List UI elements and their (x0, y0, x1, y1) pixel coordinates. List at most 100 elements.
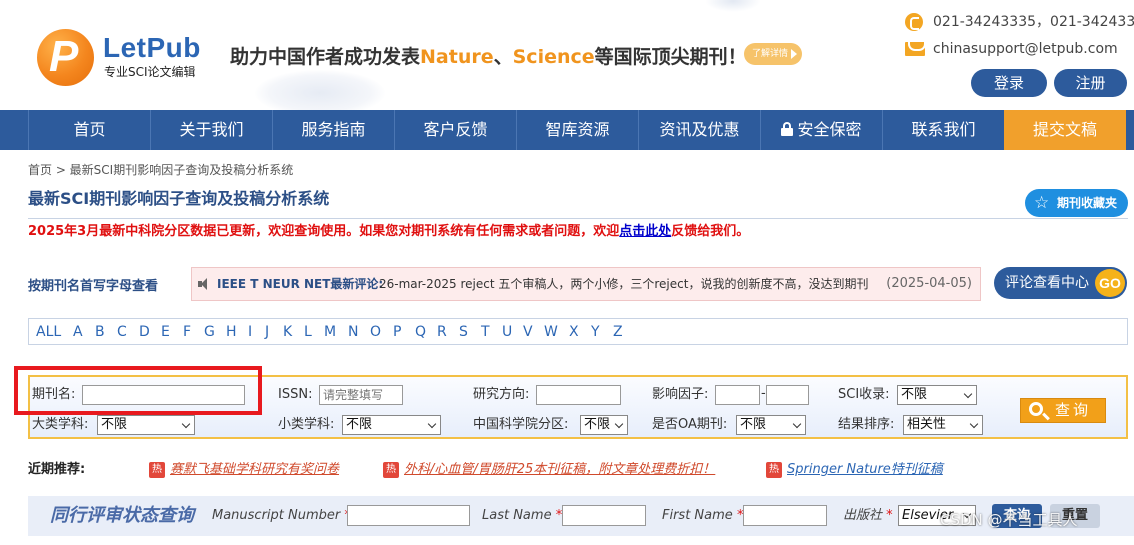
letter-w[interactable]: W (544, 323, 558, 341)
slogan-science: Science (512, 46, 595, 68)
update-notice: 2025年3月最新中科院分区数据已更新，欢迎查询使用。如果您对期刊系统有任何需求… (28, 223, 749, 241)
review-center-label: 评论查看中心 (1005, 275, 1089, 291)
letter-m[interactable]: M (324, 323, 336, 341)
impact-factor-separator: - (761, 386, 766, 401)
issn-label: ISSN: (278, 387, 313, 402)
review-date: (2025-04-05) (886, 276, 972, 291)
impact-factor-label: 影响因子: (652, 387, 709, 402)
letter-c[interactable]: C (117, 323, 127, 341)
slogan-text: 助力中国作者成功发表 (230, 46, 421, 68)
header-decoration (705, 0, 761, 12)
nav-home[interactable]: 首页 (28, 110, 150, 150)
slogan-nature: Nature (420, 46, 494, 68)
hot-badge: 热 (766, 462, 782, 478)
first-name-input[interactable] (743, 505, 827, 526)
search-query-label: 查询 (1055, 401, 1092, 419)
hot-badge: 热 (383, 462, 399, 478)
letter-b[interactable]: B (95, 323, 105, 341)
review-center-button[interactable]: 评论查看中心 GO (994, 267, 1127, 299)
recommend-link[interactable]: 外科/心血管/胃肠肝25本刊征稿，附文章处理费折扣！ (404, 461, 715, 479)
nav-news[interactable]: 资讯及优惠 (638, 110, 760, 150)
letter-x[interactable]: X (569, 323, 579, 341)
alphabet-filter: ALL A B C D E F G H I J K L M N O P Q R … (28, 318, 1128, 345)
letter-y[interactable]: Y (591, 323, 600, 341)
letter-d[interactable]: D (139, 323, 150, 341)
nav-security[interactable]: 安全保密 (760, 110, 882, 150)
letter-u[interactable]: U (502, 323, 512, 341)
notice-text: 2025年3月最新中科院分区数据已更新，欢迎查询使用。如果您对期刊系统有任何需求… (28, 224, 620, 239)
phone-icon (905, 13, 923, 31)
slogan-text-end: 等国际顶尖期刊！ (594, 46, 747, 68)
letter-all[interactable]: ALL (36, 323, 61, 341)
hot-badge: 热 (149, 462, 165, 478)
contact-email[interactable]: chinasupport@letpub.com (933, 39, 1118, 59)
letter-p[interactable]: P (393, 323, 401, 341)
letter-z[interactable]: Z (613, 323, 623, 341)
nav-feedback[interactable]: 客户反馈 (394, 110, 516, 150)
breadcrumb[interactable]: 首页 > 最新SCI期刊影响因子查询及投稿分析系统 (28, 161, 293, 179)
letter-h[interactable]: H (226, 323, 237, 341)
nav-contact[interactable]: 联系我们 (882, 110, 1004, 150)
login-button[interactable]: 登录 (971, 69, 1047, 97)
letter-n[interactable]: N (348, 323, 358, 341)
nav-resources[interactable]: 智库资源 (516, 110, 638, 150)
recommend-link[interactable]: 赛默飞基础学科研究有奖问卷 (170, 461, 339, 479)
research-direction-label: 研究方向: (473, 387, 530, 402)
search-query-button[interactable]: 查询 (1020, 398, 1106, 423)
nav-security-label: 安全保密 (797, 120, 862, 139)
letter-l[interactable]: L (304, 323, 312, 341)
letter-t[interactable]: T (481, 323, 490, 341)
cas-zone-select[interactable]: 不限 (580, 415, 628, 435)
letter-a[interactable]: A (73, 323, 83, 341)
brand-name[interactable]: LetPub (103, 33, 201, 63)
letter-e[interactable]: E (161, 323, 170, 341)
letpub-logo[interactable]: P (37, 29, 94, 86)
letter-r[interactable]: R (437, 323, 447, 341)
register-button[interactable]: 注册 (1054, 69, 1127, 97)
manuscript-number-input[interactable] (347, 505, 470, 526)
letter-f[interactable]: F (183, 323, 191, 341)
oa-journal-select[interactable]: 不限 (736, 415, 806, 435)
sci-indexed-label: SCI收录: (838, 387, 890, 402)
letter-j[interactable]: J (265, 323, 269, 341)
sci-indexed-select[interactable]: 不限 (897, 385, 977, 405)
review-text[interactable]: 26-mar-2025 reject 五个审稿人，两个小修，三个reject，说… (379, 275, 868, 293)
letter-s[interactable]: S (459, 323, 468, 341)
nav-submit-manuscript[interactable]: 提交文稿 (1004, 110, 1126, 150)
required-mark: * (886, 508, 893, 523)
impact-factor-min-input[interactable] (715, 385, 760, 405)
recommend-link[interactable]: Springer Nature特刊征稿 (787, 461, 943, 479)
letter-i[interactable]: I (248, 323, 252, 341)
research-direction-input[interactable] (536, 385, 621, 405)
letter-q[interactable]: Q (415, 323, 426, 341)
letter-o[interactable]: O (370, 323, 381, 341)
latest-review-ticker[interactable]: IEEE T NEUR NET最新评论: 26-mar-2025 reject … (191, 267, 981, 301)
learn-more-button[interactable]: 了解详情 (744, 43, 802, 65)
logo-letter: P (49, 32, 79, 81)
journal-favorites-button[interactable]: ☆ 期刊收藏夹 (1025, 189, 1128, 217)
lock-icon (781, 122, 794, 136)
manuscript-number-text: Manuscript Number (212, 508, 341, 523)
major-subject-select[interactable]: 不限 (97, 415, 195, 435)
oa-journal-label: 是否OA期刊: (652, 417, 728, 432)
csdn-watermark: CSDN @不当工具人 (940, 511, 1078, 529)
issn-input[interactable] (319, 385, 403, 405)
notice-text-end: 反馈给我们。 (671, 224, 750, 239)
letter-k[interactable]: K (283, 323, 292, 341)
impact-factor-max-input[interactable] (766, 385, 809, 405)
letter-v[interactable]: V (523, 323, 533, 341)
minor-subject-select[interactable]: 不限 (342, 415, 441, 435)
page-title: 最新SCI期刊影响因子查询及投稿分析系统 (28, 189, 330, 208)
last-name-input[interactable] (562, 505, 646, 526)
nav-service-guide[interactable]: 服务指南 (272, 110, 394, 150)
feedback-link[interactable]: 点击此处 (619, 224, 671, 239)
highlight-box (14, 366, 262, 415)
last-name-text: Last Name (482, 508, 552, 523)
star-icon: ☆ (1034, 193, 1050, 213)
sort-select[interactable]: 相关性 (903, 415, 983, 435)
main-nav: 首页 关于我们 服务指南 客户反馈 智库资源 资讯及优惠 安全保密 联系我们 提… (0, 110, 1134, 150)
brand-subtitle: 专业SCI论文编辑 (104, 65, 196, 79)
review-source[interactable]: IEEE T NEUR NET最新评论: (217, 275, 383, 293)
letter-g[interactable]: G (204, 323, 215, 341)
nav-about[interactable]: 关于我们 (150, 110, 272, 150)
